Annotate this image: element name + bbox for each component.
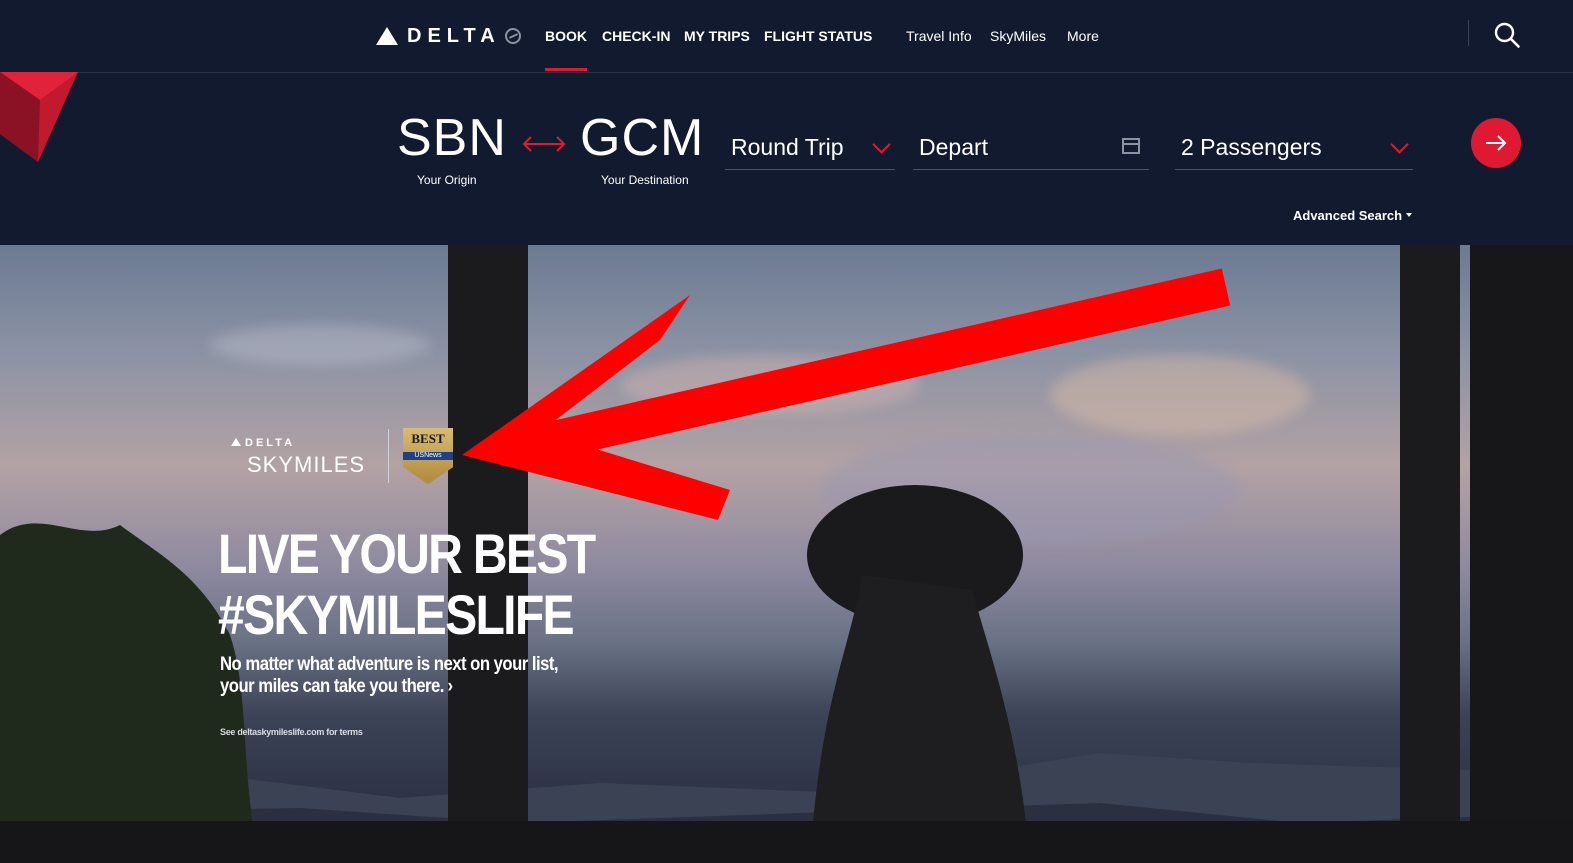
- brand-large: SKYMILES: [247, 452, 366, 477]
- chevron-down-icon: [872, 135, 891, 154]
- advanced-search-link[interactable]: Advanced Search: [1293, 208, 1402, 223]
- logo-divider: [388, 429, 389, 483]
- chevron-down-icon: [1390, 135, 1409, 154]
- nav-flight-status[interactable]: FLIGHT STATUS: [764, 28, 872, 44]
- search-flights-button[interactable]: [1471, 118, 1521, 168]
- passengers-select[interactable]: 2 Passengers: [1175, 126, 1413, 170]
- origin-code[interactable]: SBN: [397, 108, 507, 168]
- skymiles-delta-text: DELTA: [231, 437, 295, 449]
- sub-line-2-text: your miles can take you there.: [220, 676, 444, 697]
- delta-widget-icon: [231, 438, 241, 446]
- window-sill: [0, 821, 1573, 863]
- logo-text: DELTA: [407, 24, 501, 47]
- nav-book[interactable]: BOOK: [545, 28, 587, 71]
- delta-widget-icon: [0, 72, 78, 162]
- cloud: [210, 325, 430, 365]
- nav-travel-info[interactable]: Travel Info: [906, 28, 972, 44]
- arrow-right-icon: [1486, 135, 1507, 151]
- badge-best: BEST: [411, 431, 445, 446]
- calendar-icon: [1122, 138, 1140, 154]
- brand-small: DELTA: [245, 437, 296, 449]
- trip-type-select[interactable]: Round Trip: [725, 126, 895, 170]
- cloud: [1050, 355, 1310, 435]
- nav-my-trips[interactable]: MY TRIPS: [684, 28, 750, 44]
- caret-down-icon: [1406, 213, 1412, 217]
- destination-code[interactable]: GCM: [580, 108, 704, 168]
- delta-widget-icon: [376, 27, 398, 45]
- sub-line-2: your miles can take you there. ›: [220, 676, 558, 698]
- terms-link[interactable]: See deltaskymileslife.com for terms: [220, 727, 363, 737]
- swap-arrows-icon[interactable]: [521, 131, 567, 157]
- destination-label: Your Destination: [601, 173, 689, 187]
- window-frame: [1470, 245, 1573, 863]
- chevron-right-icon: ›: [447, 676, 453, 697]
- trip-type-value: Round Trip: [731, 134, 844, 160]
- woman-silhouette: [807, 485, 1030, 863]
- hero-headline: LIVE YOUR BEST #SKYMILESLIFE: [218, 522, 596, 646]
- origin-label: Your Origin: [417, 173, 477, 187]
- top-nav: DELTA BOOK CHECK-IN MY TRIPS FLIGHT STAT…: [0, 0, 1573, 73]
- nav-more[interactable]: More: [1067, 28, 1099, 44]
- hero-subtext[interactable]: No matter what adventure is next on your…: [220, 654, 559, 698]
- headline-line-2: #SKYMILESLIFE: [218, 583, 575, 646]
- depart-date-field[interactable]: Depart: [913, 126, 1149, 170]
- search-icon[interactable]: [1494, 22, 1520, 48]
- badge-org: USNews: [403, 452, 453, 460]
- skyteam-icon: [504, 28, 521, 44]
- nav-check-in[interactable]: CHECK-IN: [602, 28, 670, 44]
- nav-skymiles[interactable]: SkyMiles: [990, 28, 1046, 44]
- delta-logo[interactable]: DELTA: [376, 22, 521, 50]
- sub-line-1: No matter what adventure is next on your…: [220, 654, 559, 675]
- passengers-value: 2 Passengers: [1181, 134, 1322, 160]
- depart-placeholder: Depart: [919, 134, 989, 160]
- window-frame: [1400, 245, 1460, 863]
- nav-divider: [1468, 20, 1469, 46]
- headline-line-1: LIVE YOUR BEST: [218, 522, 596, 585]
- cloud: [620, 355, 920, 415]
